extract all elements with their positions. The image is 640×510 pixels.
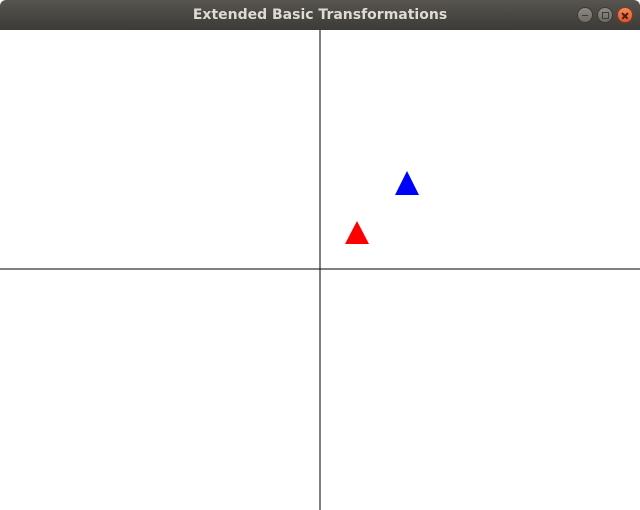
- title-bar[interactable]: Extended Basic Transformations: [0, 0, 640, 30]
- window-controls: [577, 7, 633, 23]
- drawing-canvas: [0, 30, 640, 510]
- minimize-button[interactable]: [577, 7, 593, 23]
- maximize-button[interactable]: [597, 7, 613, 23]
- window-title: Extended Basic Transformations: [192, 7, 448, 23]
- close-button[interactable]: [617, 7, 633, 23]
- app-window: Extended Basic Transformations: [0, 0, 640, 510]
